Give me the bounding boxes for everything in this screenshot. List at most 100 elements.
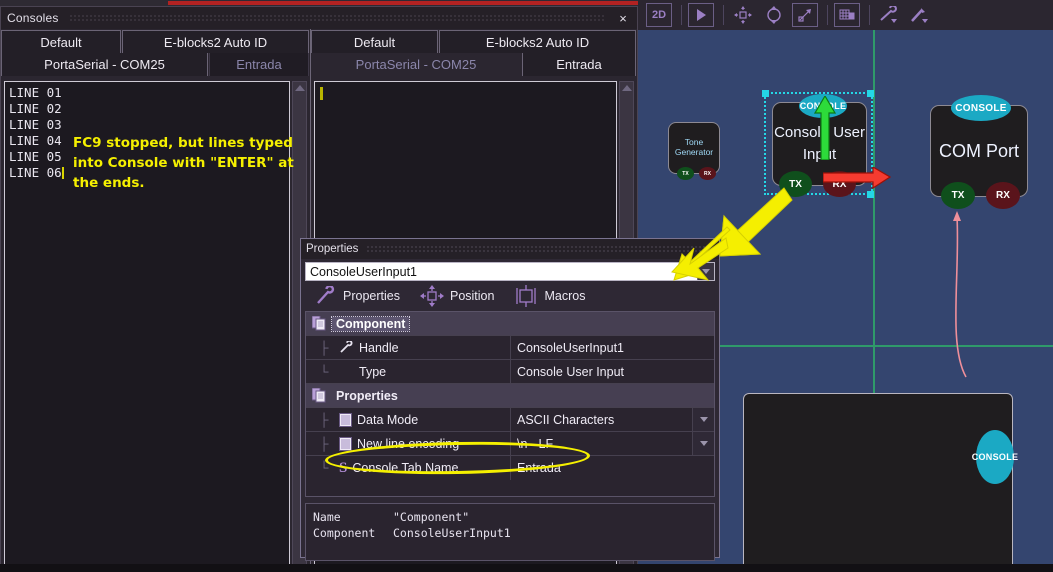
wrench-tool-button[interactable]: [876, 3, 902, 27]
console-line: LINE 01: [9, 85, 62, 100]
scale-tool-button[interactable]: [792, 3, 818, 27]
top-strip-red: [168, 1, 642, 5]
connection-wire: [953, 211, 967, 378]
rotate-tool-button[interactable]: [761, 3, 787, 27]
text-caret: [61, 167, 64, 179]
group-icon: [312, 316, 326, 331]
component-selector-value: ConsoleUserInput1: [310, 264, 418, 279]
property-label: Handle: [359, 340, 399, 355]
titlebar-grip[interactable]: [68, 13, 605, 23]
property-description-box: Name "Component" Component ConsoleUserInpu…: [305, 503, 715, 561]
console-bubble: CONSOLE: [972, 430, 1018, 484]
port-rx[interactable]: RX: [699, 167, 716, 180]
tab-properties[interactable]: Properties: [315, 286, 400, 306]
tab-properties-label: Properties: [343, 289, 400, 303]
text-caret: [320, 87, 323, 100]
chevron-down-icon[interactable]: [692, 432, 714, 455]
tab-position[interactable]: Position: [419, 285, 495, 307]
green-up-arrow-icon: [814, 96, 836, 160]
group-header-component[interactable]: Component: [306, 312, 714, 336]
console-line: LINE 02: [9, 101, 62, 116]
tab-eblocks-right[interactable]: E-blocks2 Auto ID: [439, 30, 636, 53]
properties-titlebar-grip[interactable]: [366, 244, 706, 254]
component-tone-generator[interactable]: Tone Generator TX RX: [668, 122, 720, 180]
move-tool-button[interactable]: [730, 3, 756, 27]
property-value[interactable]: ASCII Characters: [511, 408, 692, 431]
consoles-title-label: Consoles: [7, 11, 59, 25]
tree-branch-icon: ├: [319, 340, 329, 355]
properties-title-label: Properties: [306, 243, 359, 255]
toolbar-separator: [869, 5, 870, 25]
property-row-handle[interactable]: ├ Handle ConsoleUserInput1: [306, 336, 714, 360]
property-value[interactable]: ConsoleUserInput1: [511, 336, 714, 359]
chevron-down-icon[interactable]: [692, 408, 714, 431]
tab-portaserial-left[interactable]: PortaSerial - COM25: [1, 53, 208, 76]
tab-macros-label: Macros: [544, 289, 586, 303]
chevron-down-icon[interactable]: [697, 263, 714, 280]
selection-handle[interactable]: [762, 90, 769, 97]
tab-default-left[interactable]: Default: [1, 30, 121, 53]
tab-position-label: Position: [449, 289, 495, 303]
console-pane-left: Default E-blocks2 Auto ID PortaSerial - …: [1, 29, 311, 571]
grid-panel-button[interactable]: [834, 3, 860, 27]
tab-entrada-right[interactable]: Entrada: [522, 53, 636, 76]
selection-handle[interactable]: [867, 191, 874, 198]
wrench-icon: [317, 286, 335, 304]
console-left-tabrow-2: PortaSerial - COM25 Entrada: [1, 53, 310, 76]
tab-portaserial-right[interactable]: PortaSerial - COM25: [311, 53, 521, 76]
description-line-2: Component ConsoleUserInput1: [313, 526, 511, 540]
selection-handle[interactable]: [867, 90, 874, 97]
properties-titlebar: Properties: [301, 239, 719, 259]
tree-branch-icon: ├: [319, 436, 329, 451]
grid-filler: [306, 480, 714, 496]
red-right-arrow-icon: [823, 167, 891, 189]
component-selector-field[interactable]: ConsoleUserInput1: [305, 262, 715, 281]
property-value[interactable]: Console User Input: [511, 360, 714, 383]
select-tool-button[interactable]: [688, 3, 714, 27]
toolbar-separator: [723, 5, 724, 25]
scroll-up-icon[interactable]: [621, 85, 632, 91]
tree-branch-icon: └: [319, 364, 329, 379]
tab-entrada-left[interactable]: Entrada: [209, 53, 309, 76]
port-tx[interactable]: TX: [677, 167, 694, 180]
scroll-up-icon[interactable]: [294, 85, 305, 91]
canvas-toolbar: 2D: [638, 0, 1053, 30]
annotation-text: FC9 stopped, but lines typed into Consol…: [73, 135, 294, 191]
consoles-titlebar: Consoles ×: [1, 7, 637, 29]
view-2d-button[interactable]: 2D: [646, 3, 672, 27]
description-line-1: Name "Component": [313, 510, 470, 524]
move-icon: [419, 285, 444, 307]
brush-tool-button[interactable]: [907, 3, 933, 27]
property-row-data-mode[interactable]: ├ Data Mode ASCII Characters: [306, 408, 714, 432]
group-title-component: Component: [330, 315, 411, 332]
bottom-edge: [0, 564, 1053, 572]
app-root: Consoles × Default E-blocks2 Auto ID Por…: [0, 0, 1053, 572]
property-row-type[interactable]: └ Type Console User Input: [306, 360, 714, 384]
properties-window: Properties ConsoleUserInput1 Properties: [300, 238, 720, 561]
properties-tabs: Properties Position Macros: [301, 281, 719, 311]
tab-macros[interactable]: Macros: [514, 285, 585, 307]
list-icon: [339, 436, 352, 451]
console-line: LINE 03: [9, 117, 62, 132]
property-label: Data Mode: [357, 412, 419, 427]
list-icon: [339, 412, 352, 427]
toolbar-separator: [827, 5, 828, 25]
wrench-icon: [340, 341, 353, 353]
tab-eblocks-left[interactable]: E-blocks2 Auto ID: [122, 30, 309, 53]
property-label: Type: [359, 364, 387, 379]
port-tx[interactable]: TX: [779, 171, 812, 197]
component-console-panel[interactable]: [743, 393, 1013, 572]
group-icon: [312, 388, 326, 403]
port-tx[interactable]: TX: [941, 182, 975, 209]
close-icon[interactable]: ×: [615, 10, 631, 26]
group-header-properties[interactable]: Properties: [306, 384, 714, 408]
console-right-tabrow-1: Default E-blocks2 Auto ID: [311, 30, 637, 53]
port-rx[interactable]: RX: [986, 182, 1020, 209]
tab-default-right[interactable]: Default: [311, 30, 438, 53]
tree-branch-icon: ├: [319, 412, 329, 427]
toolbar-separator: [681, 5, 682, 25]
console-left-tabrow-1: Default E-blocks2 Auto ID: [1, 30, 310, 53]
macro-icon: [516, 285, 537, 307]
console-bubble: CONSOLE: [951, 95, 1011, 121]
group-title-properties: Properties: [336, 388, 398, 403]
